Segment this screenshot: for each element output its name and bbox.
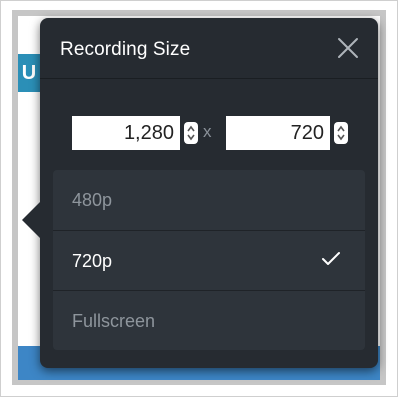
popup-title: Recording Size: [60, 39, 191, 60]
close-button[interactable]: [336, 36, 360, 60]
up-down-stepper-icon: [187, 125, 195, 141]
teal-button-edge[interactable]: U: [18, 54, 40, 92]
option-label: 480p: [72, 190, 113, 210]
height-stepper[interactable]: [334, 122, 348, 144]
option-label: 720p: [72, 251, 113, 271]
width-input[interactable]: 1,280: [72, 116, 180, 150]
close-icon: [338, 38, 358, 58]
recording-size-popup: Recording Size 1,280 x 720 480p 720p Ful…: [22, 18, 378, 368]
checkmark-icon: [321, 251, 341, 267]
option-fullscreen[interactable]: Fullscreen: [53, 290, 365, 350]
option-480p[interactable]: 480p: [53, 170, 365, 230]
size-input-row: 1,280 x 720: [72, 116, 362, 150]
height-input[interactable]: 720: [226, 116, 330, 150]
option-720p[interactable]: 720p: [53, 230, 365, 291]
up-down-stepper-icon: [337, 125, 345, 141]
popup-pointer-arrow: [22, 202, 40, 238]
width-stepper[interactable]: [184, 122, 198, 144]
size-separator: x: [203, 122, 212, 141]
option-label: Fullscreen: [72, 311, 156, 331]
size-options-list: 480p 720p Fullscreen: [53, 170, 365, 350]
popup-header: Recording Size: [40, 18, 378, 79]
